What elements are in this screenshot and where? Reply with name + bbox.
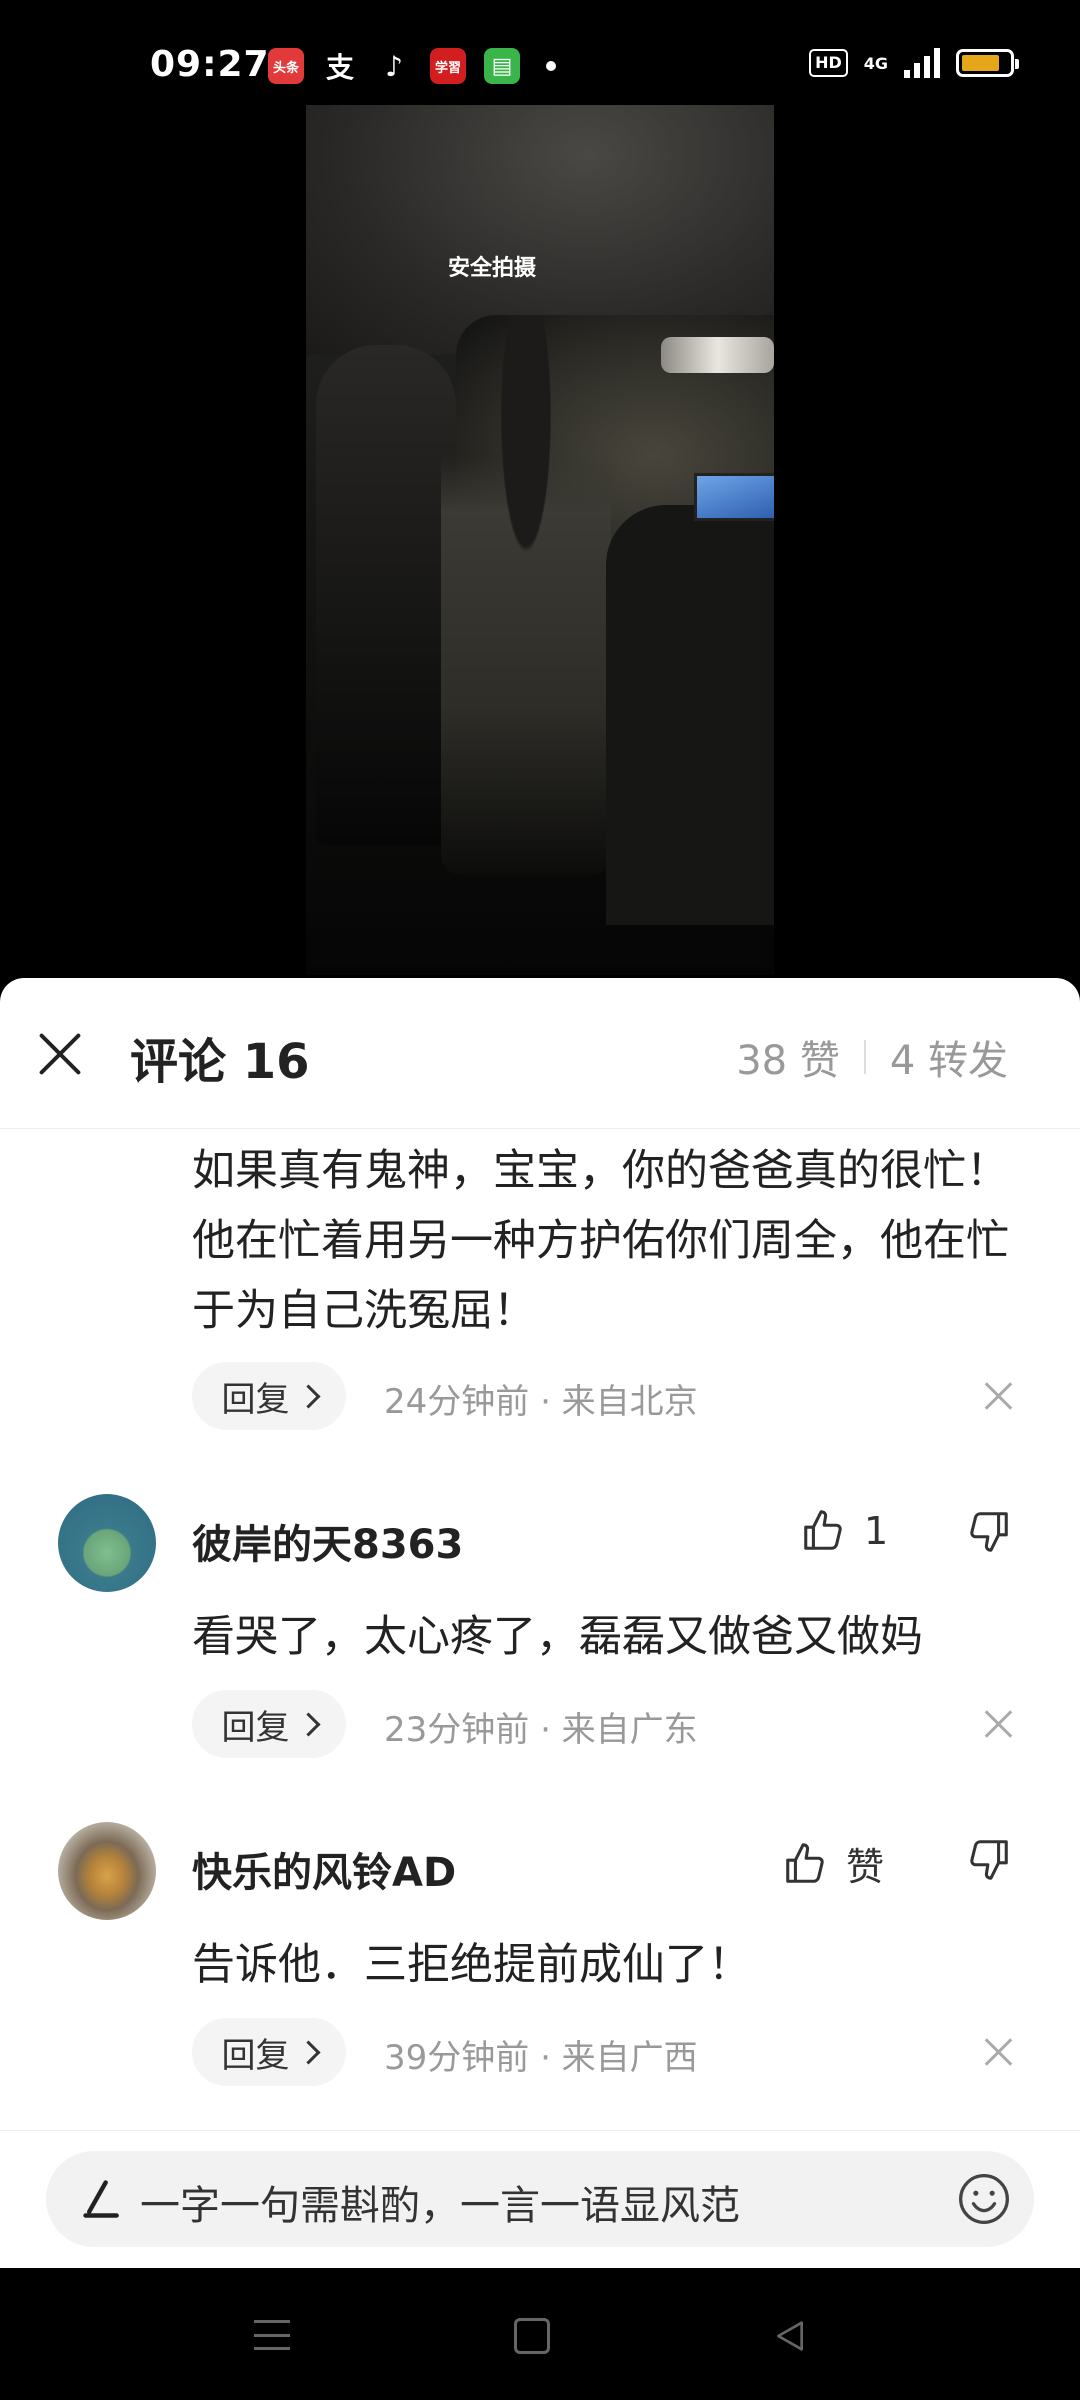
reply-button[interactable]: 回复 [192, 2018, 346, 2086]
dismiss-icon[interactable] [985, 1382, 1013, 1410]
comment-text: 看哭了，太心疼了，磊磊又做爸又做妈 [192, 1612, 923, 1662]
battery-icon [956, 49, 1019, 77]
like-count: 1 [864, 1509, 889, 1553]
comment-text: 告诉他．三拒绝提前成仙了！ [192, 1940, 751, 1990]
comment-meta: 24分钟前 · 来自北京 [384, 1382, 698, 1422]
tiktok-icon: ♪ [376, 48, 412, 84]
video-frame-child [441, 315, 611, 875]
comment-meta: 39分钟前 · 来自广西 [384, 2038, 698, 2078]
chevron-right-icon [295, 1711, 321, 1737]
reply-button[interactable]: 回复 [192, 1362, 346, 1430]
more-notifications-dot [546, 61, 556, 71]
likes-count[interactable]: 38 赞 [736, 1028, 840, 1086]
avatar[interactable] [58, 1822, 156, 1920]
status-indicators: HD 4G [809, 48, 1019, 78]
xuexi-icon: 学習 [430, 48, 466, 84]
status-time: 09:27 [150, 44, 270, 85]
notification-icons: 头条 支 ♪ 学習 ▤ [268, 48, 556, 84]
dismiss-icon[interactable] [985, 2038, 1013, 2066]
like-button[interactable]: 赞 [782, 1836, 884, 1891]
comment-input[interactable]: 一字一句需斟酌，一言一语显风范 [46, 2151, 1034, 2247]
shares-count[interactable]: 4 转发 [890, 1028, 1008, 1086]
comments-header: 评论 16 38 赞 4 转发 [0, 978, 1080, 1129]
video-player[interactable]: 安全拍摄 [306, 105, 774, 975]
comment-meta: 23分钟前 · 来自广东 [384, 1710, 698, 1750]
reply-button[interactable]: 回复 [192, 1690, 346, 1758]
back-icon[interactable] [770, 2316, 810, 2356]
comments-title: 评论 16 [130, 1034, 310, 1090]
video-frame-screen [694, 473, 774, 521]
thumbs-down-icon[interactable] [966, 1836, 1012, 1882]
thumbs-up-icon [786, 1842, 824, 1883]
messages-icon: ▤ [484, 48, 520, 84]
like-button[interactable]: 1 [800, 1508, 888, 1554]
like-label: 赞 [846, 1845, 885, 1889]
system-nav-bar [0, 2268, 1080, 2400]
comment-text: 如果真有鬼神，宝宝，你的爸爸真的很忙！他在忙着用另一种方护佑你们周全，他在忙于为… [192, 1146, 1009, 1336]
input-placeholder: 一字一句需斟酌，一言一语显风范 [140, 2183, 740, 2229]
thumbs-up-icon [804, 1510, 842, 1550]
chevron-right-icon [295, 2039, 321, 2065]
home-icon[interactable] [514, 2318, 550, 2354]
comment-username[interactable]: 快乐的风铃AD [192, 1840, 456, 1898]
dismiss-icon[interactable] [985, 1710, 1013, 1738]
header-stats: 38 赞 4 转发 [736, 1028, 1008, 1086]
network-type: 4G [863, 53, 888, 73]
menu-icon[interactable] [254, 2320, 290, 2350]
video-frame-adult [316, 345, 456, 845]
pen-icon [83, 2180, 119, 2218]
avatar[interactable] [58, 1494, 156, 1592]
video-watermark: 安全拍摄 [448, 256, 537, 281]
comments-sheet: 评论 16 38 赞 4 转发 如果真有鬼神，宝宝，你的爸爸真的很忙！他在忙着用… [0, 978, 1080, 2268]
close-icon[interactable] [36, 1030, 84, 1078]
comment-username[interactable]: 彼岸的天8363 [192, 1512, 463, 1570]
chevron-right-icon [295, 1383, 321, 1409]
divider [863, 1040, 866, 1074]
video-frame-seat [606, 505, 774, 925]
alipay-icon: 支 [322, 48, 358, 84]
signal-icon [904, 48, 940, 78]
hd-icon: HD [809, 49, 848, 77]
thumbs-down-icon[interactable] [966, 1508, 1012, 1554]
video-frame-mirror [661, 337, 774, 373]
comment-input-bar: 一字一句需斟酌，一言一语显风范 [0, 2130, 1080, 2269]
toutiao-icon: 头条 [268, 48, 304, 84]
emoji-icon[interactable] [956, 2171, 1012, 2227]
